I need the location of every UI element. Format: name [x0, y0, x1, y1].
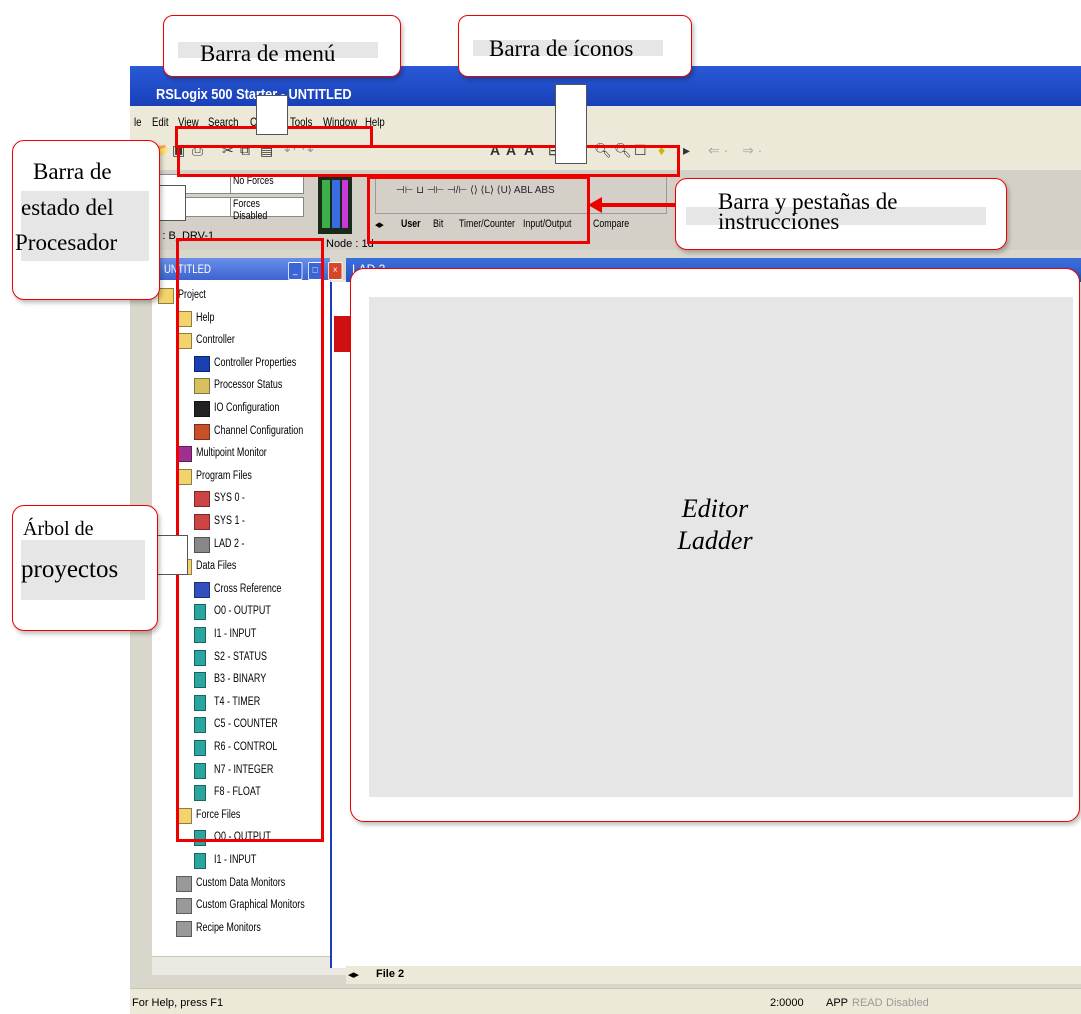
proc-callout-line3: Procesador: [15, 230, 118, 255]
window-title: RSLogix 500 Starter - UNTITLED: [156, 86, 352, 103]
status-disabled: Disabled: [886, 997, 929, 1009]
instruction-arrow-line: [600, 203, 680, 207]
proc-callout-line2: estado del: [21, 195, 114, 220]
tab-compare[interactable]: Compare: [593, 218, 629, 230]
forces-select[interactable]: No Forces: [230, 174, 304, 194]
tree-item-force-i1-input[interactable]: I1 - INPUT: [194, 851, 268, 873]
file-tab-scroll-icon[interactable]: ◂▸: [348, 968, 359, 981]
proc-callout-line1: Barra de: [33, 159, 112, 184]
project-tree-callout: Árbol de proyectos: [12, 505, 158, 631]
ladder-callout-line2: Ladder: [677, 526, 753, 555]
icon-bar-callout-text: Barra de íconos: [489, 36, 634, 61]
instr-callout-line2: instrucciones: [718, 209, 840, 234]
back-icon[interactable]: ⇐ ·: [708, 142, 728, 159]
forces-disabled-label: Forces Disabled: [233, 198, 268, 222]
status-help: For Help, press F1: [132, 997, 224, 1009]
tree-horizontal-scrollbar[interactable]: [152, 956, 346, 975]
file-tabs: ◂▸ File 2: [346, 966, 1081, 984]
monitor-folder-icon: [176, 920, 192, 937]
close-icon[interactable]: ×: [328, 262, 343, 280]
tree-item-label: Custom Data Monitors: [196, 876, 286, 889]
menu-bar-callout-text: Barra de menú: [200, 41, 336, 66]
tree-item-custom-graphical-monitors[interactable]: Custom Graphical Monitors: [176, 896, 330, 918]
forces-enabled-select[interactable]: Forces Disabled: [230, 197, 304, 222]
tree-item-custom-data-monitors[interactable]: Custom Data Monitors: [176, 874, 310, 896]
tree-item-label: Recipe Monitors: [196, 921, 261, 934]
menu-edit[interactable]: Edit: [152, 115, 169, 129]
menu-file[interactable]: le: [134, 115, 141, 129]
icon-callout-stem: [555, 84, 587, 164]
forward-icon[interactable]: ⇒ ·: [742, 142, 762, 159]
processor-status-callout: Barra de estado del Procesador: [12, 140, 160, 300]
icon-bar-callout: Barra de íconos: [458, 15, 692, 77]
tree-item-label: I1 - INPUT: [214, 854, 257, 866]
play-icon[interactable]: ▸: [683, 142, 690, 159]
monitor-folder-icon: [176, 898, 192, 915]
status-read: READ: [852, 997, 883, 1009]
instruction-arrow-head: [588, 197, 602, 213]
folder-icon: [158, 288, 174, 304]
tree-callout-line1: Árbol de: [23, 518, 94, 540]
ladder-editor-callout: Editor Ladder: [350, 268, 1080, 822]
menu-bar-callout: Barra de menú: [163, 15, 401, 77]
processor-graphic: [318, 174, 352, 234]
status-bar: For Help, press F1 2:0000 APP READ Disab…: [130, 988, 1081, 1014]
data-file-icon: [194, 853, 206, 869]
monitor-folder-icon: [176, 875, 192, 892]
tree-callout-line2: proyectos: [21, 556, 119, 583]
instruction-callout: Barra y pestañas de instrucciones: [675, 178, 1007, 250]
ladder-callout-line1: Editor: [681, 494, 749, 523]
menu-callout-stem: [256, 95, 288, 135]
instruction-bar-highlight: [367, 176, 590, 244]
status-address: 2:0000: [770, 997, 804, 1009]
tree-item-label: Custom Graphical Monitors: [196, 899, 305, 912]
project-tree-highlight: [176, 238, 324, 842]
icon-bar-highlight: [177, 145, 680, 177]
file-tab[interactable]: File 2: [376, 968, 404, 980]
tree-item-recipe-monitors[interactable]: Recipe Monitors: [176, 919, 279, 941]
status-app: APP: [826, 997, 849, 1009]
